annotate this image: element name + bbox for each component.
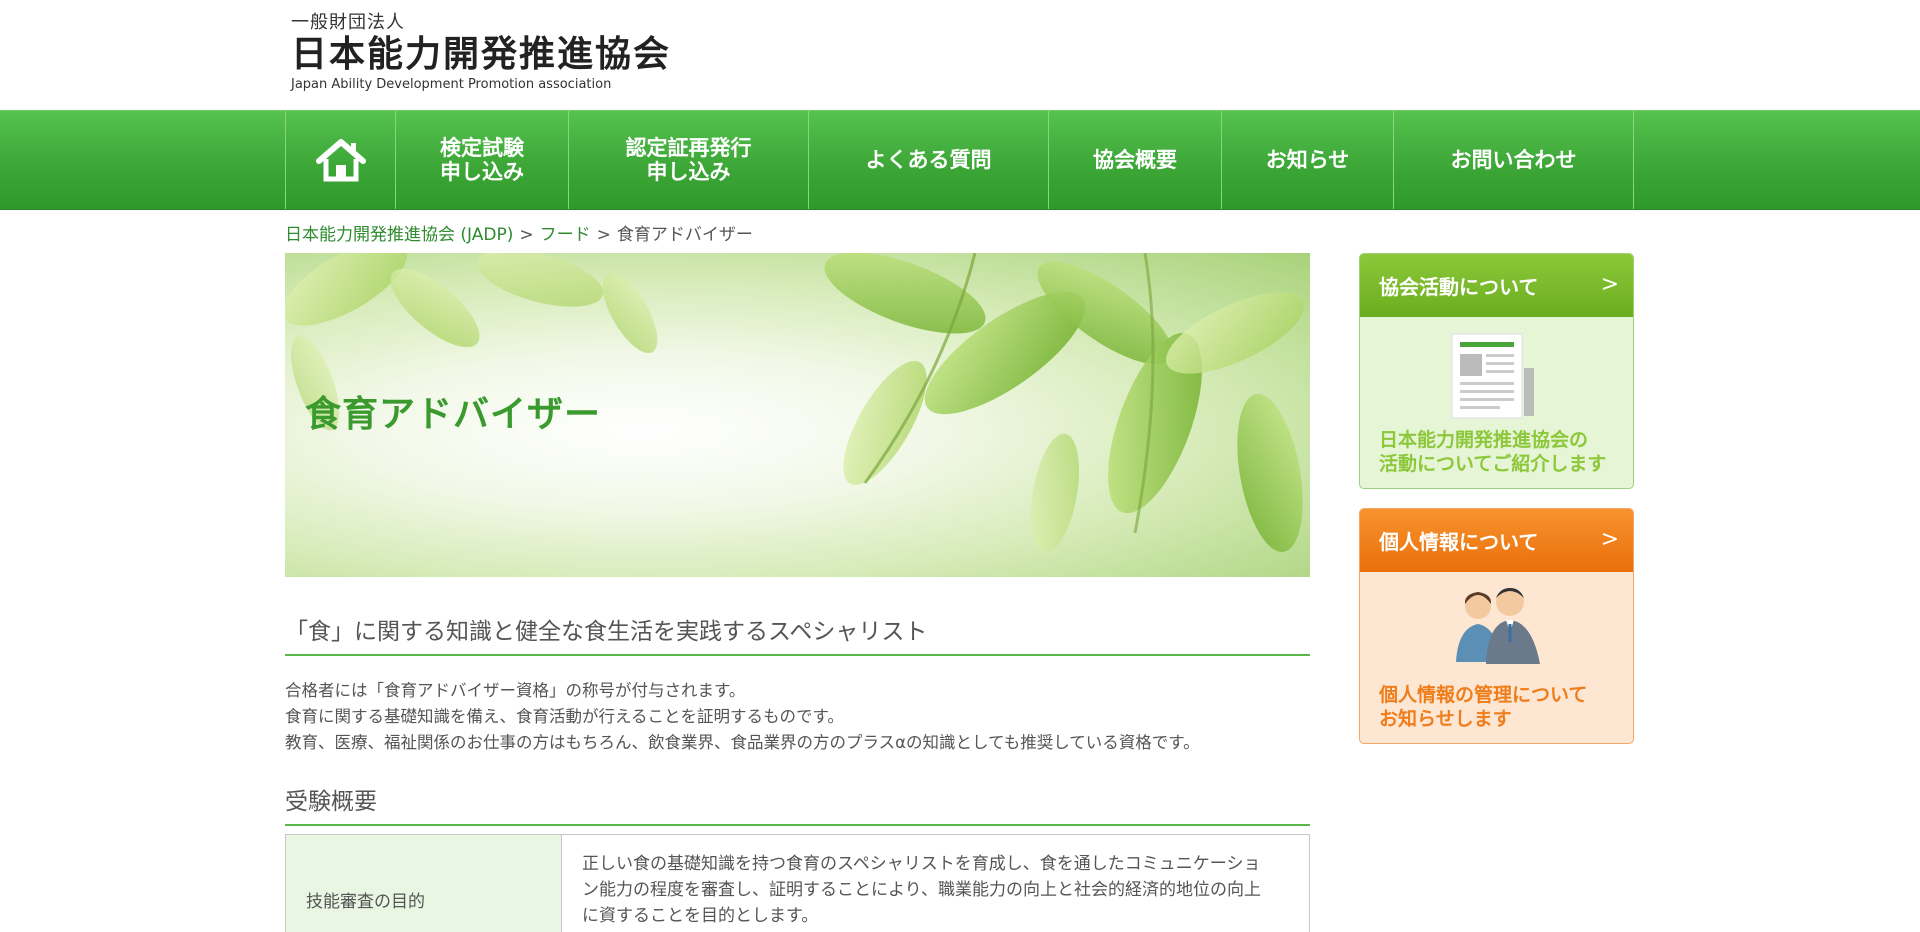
card-line: 活動についてご紹介します <box>1379 453 1607 475</box>
breadcrumb-current: 食育アドバイザー <box>616 225 753 245</box>
lead-line: 教育、医療、福祉関係のお仕事の方はもちろん、飲食業界、食品業界の方のプラスαの知… <box>285 733 1200 752</box>
card-description: 個人情報の管理について お知らせします <box>1379 683 1587 731</box>
chevron-right-icon: > <box>1600 272 1619 297</box>
nav-faq[interactable]: よくある質問 <box>809 111 1049 209</box>
nav-news[interactable]: お知らせ <box>1222 111 1394 209</box>
card-title: 協会活動について <box>1379 275 1539 299</box>
card-line: 個人情報の管理について <box>1379 684 1588 706</box>
card-header: 個人情報について > <box>1360 509 1633 572</box>
logo-subtitle: 一般財団法人 <box>291 12 405 33</box>
global-nav: 検定試験 申し込み 認定証再発行 申し込み よくある質問 協会概要 お知らせ お問い… <box>0 110 1920 210</box>
hero-title: 食育アドバイザー <box>305 394 602 435</box>
nav-exam-application[interactable]: 検定試験 申し込み <box>396 111 569 209</box>
lead-heading: 「食」に関する知識と健全な食生活を実践するスペシャリスト <box>285 612 1310 656</box>
breadcrumb-separator: > <box>519 225 534 245</box>
site-logo[interactable]: 一般財団法人 日本能力開発推進協会 Japan Ability Developm… <box>291 12 671 94</box>
nav-label-line2: 申し込み <box>440 160 524 184</box>
nav-label-line1: 認定証再発行 <box>625 136 752 160</box>
card-header: 協会活動について > <box>1360 254 1633 317</box>
sidebar-card-privacy[interactable]: 個人情報について > 個人情報の管理について お知らせします <box>1359 508 1634 744</box>
card-description: 日本能力開発推進協会の 活動についてご紹介します <box>1379 428 1606 476</box>
lead-line: 合格者には「食育アドバイザー資格」の称号が付与されます。 <box>285 681 746 700</box>
nav-label: 協会概要 <box>1093 148 1177 172</box>
lead-paragraph: 合格者には「食育アドバイザー資格」の称号が付与されます。 食育に関する基礎知識を… <box>285 678 1200 756</box>
sidebar-card-activities[interactable]: 協会活動について > 日本能力開発推進協会の 活動についてご紹介します <box>1359 253 1634 489</box>
table-value-line: ン能力の程度を審査し、証明することにより、職業能力の向上と社会的経済的地位の向上 <box>582 880 1261 900</box>
table-value-line: に資することを目的とします。 <box>582 906 819 926</box>
nav-items: 検定試験 申し込み 認定証再発行 申し込み よくある質問 協会概要 お知らせ お問い… <box>285 111 1634 209</box>
nav-label: お問い合わせ <box>1450 148 1577 172</box>
overview-table: 技能審査の目的 正しい食の基礎知識を持つ食育のスペシャリストを育成し、食を通した… <box>285 834 1310 932</box>
nav-certificate-reissue[interactable]: 認定証再発行 申し込み <box>569 111 809 209</box>
newspaper-icon <box>1451 333 1534 419</box>
card-line: お知らせします <box>1379 708 1512 730</box>
table-row-label: 技能審査の目的 <box>286 835 562 932</box>
site-header: 一般財団法人 日本能力開発推進協会 Japan Ability Developm… <box>0 0 1920 110</box>
nav-about[interactable]: 協会概要 <box>1049 111 1222 209</box>
nav-contact[interactable]: お問い合わせ <box>1394 111 1634 209</box>
table-row-value: 正しい食の基礎知識を持つ食育のスペシャリストを育成し、食を通したコミュニケーショ… <box>562 835 1309 932</box>
nav-label: お知らせ <box>1265 148 1350 172</box>
logo-title: 日本能力開発推進協会 <box>291 34 672 75</box>
table-value-line: 正しい食の基礎知識を持つ食育のスペシャリストを育成し、食を通したコミュニケーショ <box>582 854 1261 874</box>
chevron-right-icon: > <box>1600 527 1619 552</box>
home-icon <box>315 139 366 182</box>
logo-english: Japan Ability Development Promotion asso… <box>291 77 612 92</box>
nav-home-button[interactable] <box>286 111 396 209</box>
nav-label: よくある質問 <box>865 148 992 172</box>
hero-banner: 食育アドバイザー <box>285 253 1310 577</box>
breadcrumb-separator: > <box>596 225 611 245</box>
breadcrumb-home-link[interactable]: 日本能力開発推進協会 (JADP) <box>285 225 513 245</box>
card-title: 個人情報について <box>1379 530 1539 554</box>
nav-label-line2: 申し込み <box>646 160 731 184</box>
nav-label-line1: 検定試験 <box>440 136 524 160</box>
people-icon <box>1456 588 1540 664</box>
overview-heading: 受験概要 <box>285 782 1310 826</box>
lead-line: 食育に関する基礎知識を備え、食育活動が行えることを証明するものです。 <box>285 707 844 726</box>
breadcrumb-category-link[interactable]: フード <box>540 225 591 245</box>
card-line: 日本能力開発推進協会の <box>1379 429 1589 451</box>
breadcrumb: 日本能力開発推進協会 (JADP) > フード > 食育アドバイザー <box>285 220 753 245</box>
